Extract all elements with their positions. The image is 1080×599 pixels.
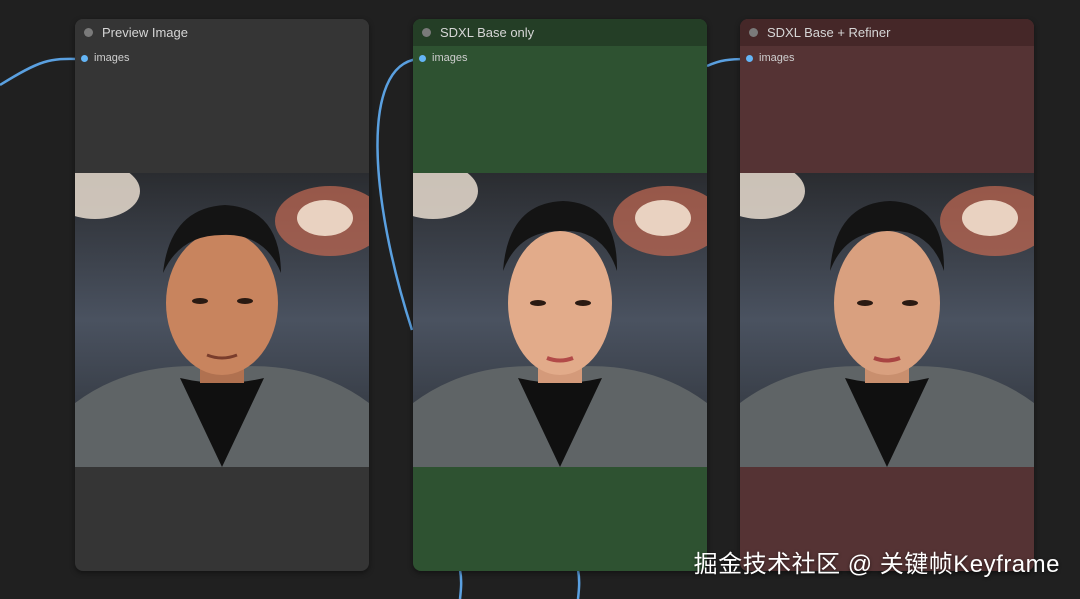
node-title: SDXL Base only (440, 25, 535, 40)
node-preview-image[interactable]: Preview Image images (75, 19, 369, 571)
input-slot-dot-icon[interactable] (746, 54, 753, 62)
collapse-dot-icon[interactable] (749, 28, 758, 37)
watermark: 掘金技术社区 @ 关键帧Keyframe (693, 551, 1060, 578)
wire-to-preview[interactable] (0, 57, 81, 87)
preview-image (413, 173, 707, 467)
input-slot-dot-icon[interactable] (419, 54, 426, 62)
node-sdxl-base-refiner[interactable]: SDXL Base + Refiner images (740, 19, 1034, 571)
input-slot-dot-icon[interactable] (81, 54, 88, 62)
node-header[interactable]: SDXL Base + Refiner (740, 19, 1034, 46)
slot-label: images (94, 52, 130, 64)
node-sdxl-base-only[interactable]: SDXL Base only images (413, 19, 707, 571)
portrait-image (740, 173, 1034, 467)
input-slot-images[interactable]: images (413, 46, 707, 70)
wire-bottom-left[interactable] (458, 569, 463, 599)
node-header[interactable]: SDXL Base only (413, 19, 707, 46)
preview-image (740, 173, 1034, 467)
slot-label: images (759, 52, 795, 64)
collapse-dot-icon[interactable] (422, 28, 431, 37)
node-header[interactable]: Preview Image (75, 19, 369, 46)
portrait-image (75, 173, 369, 467)
wire-bottom-right[interactable] (576, 569, 581, 599)
input-slot-images[interactable]: images (75, 46, 369, 70)
slot-label: images (432, 52, 468, 64)
preview-image (75, 173, 369, 467)
node-title: Preview Image (102, 25, 188, 40)
input-slot-images[interactable]: images (740, 46, 1034, 70)
wire-to-base[interactable] (376, 57, 419, 331)
node-title: SDXL Base + Refiner (767, 25, 891, 40)
collapse-dot-icon[interactable] (84, 28, 93, 37)
portrait-image (413, 173, 707, 467)
